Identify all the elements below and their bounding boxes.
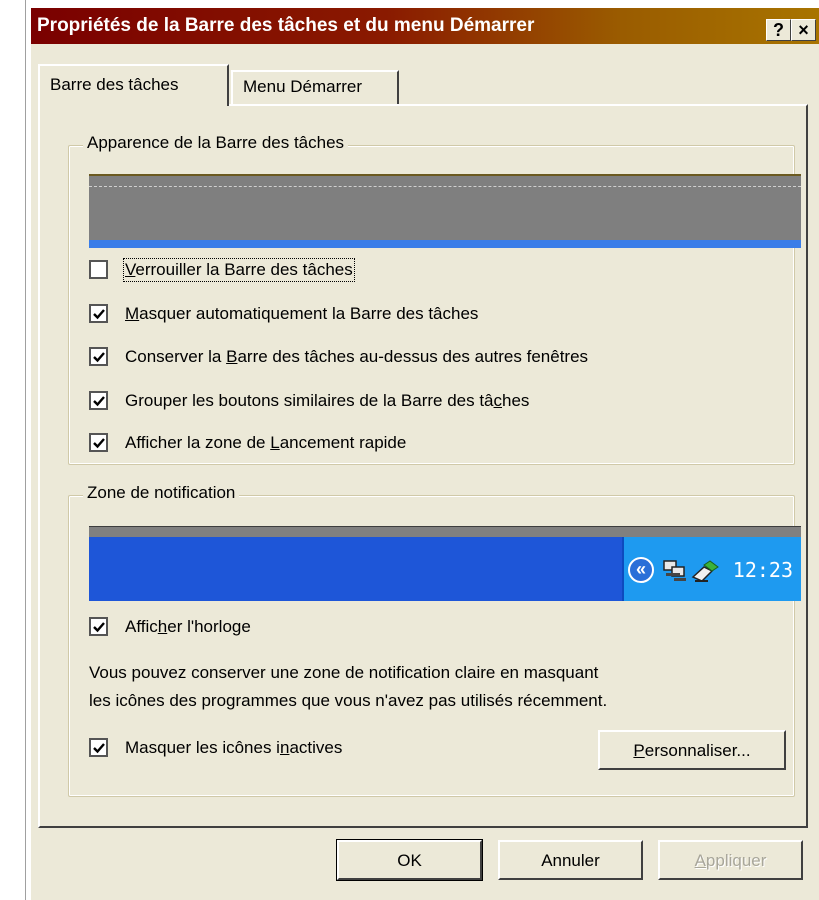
taskbar-properties-dialog: Propriétés de la Barre des tâches et du …	[31, 8, 819, 900]
customize-label: ersonnaliser...	[644, 741, 751, 760]
tray-clock: 12:23	[732, 558, 793, 582]
label-text: er l'horloge	[167, 617, 251, 636]
help-button[interactable]: ?	[766, 19, 791, 41]
cancel-button[interactable]: Annuler	[498, 840, 643, 880]
checkmark-icon	[93, 622, 105, 633]
tab-barre-des-taches[interactable]: Barre des tâches	[38, 64, 229, 106]
label-text: Conserver la	[125, 347, 227, 366]
checkbox-label: Conserver la Barre des tâches au-dessus …	[125, 347, 588, 367]
checkmark-icon	[93, 352, 105, 363]
checkbox-label: Grouper les boutons similaires de la Bar…	[125, 391, 529, 411]
apply-button[interactable]: Appliquer	[658, 840, 803, 880]
description-line-1: Vous pouvez conserver une zone de notifi…	[89, 663, 599, 682]
apply-label: ppliquer	[705, 851, 767, 870]
label-text: Grouper les boutons similaires de la Bar…	[125, 391, 494, 410]
checkbox[interactable]	[89, 433, 108, 452]
system-tray: « 12:23	[622, 537, 801, 601]
label-mnemonic: h	[157, 617, 168, 636]
taskbar-preview	[89, 174, 801, 248]
window-edge	[25, 0, 26, 900]
connection-icon	[691, 560, 719, 582]
customize-button[interactable]: Personnaliser...	[598, 730, 786, 770]
checkmark-icon	[93, 743, 105, 754]
label-mnemonic: L	[270, 433, 280, 452]
preview-separator	[89, 186, 801, 187]
label-text: Afficher la zone de	[125, 433, 271, 452]
checkbox[interactable]	[89, 738, 108, 757]
notification-area-preview: « 12:23	[89, 526, 801, 601]
label-mnemonic: M	[125, 304, 140, 323]
label-text: errouiller la Barre des tâches	[135, 260, 353, 279]
preview-top-strip	[89, 527, 801, 537]
checkmark-icon	[93, 396, 105, 407]
checkbox[interactable]	[89, 617, 108, 636]
notification-group-label: Zone de notification	[83, 483, 240, 503]
network-icon	[663, 560, 686, 581]
label-text: Masquer les icônes i	[125, 738, 280, 757]
label-mnemonic: V	[125, 260, 136, 279]
checkbox[interactable]	[89, 304, 108, 323]
close-button[interactable]: ×	[791, 19, 816, 41]
preview-taskbar-edge	[89, 240, 801, 248]
label-text: actives	[289, 738, 343, 757]
checkbox-label: Masquer les icônes inactives	[125, 738, 342, 758]
checkbox[interactable]	[89, 347, 108, 366]
checkbox[interactable]	[89, 260, 108, 279]
checkmark-icon	[93, 438, 105, 449]
chevron-left-double-icon: «	[628, 557, 654, 583]
label-text: hes	[502, 391, 530, 410]
notification-description: Vous pouvez conserver une zone de notifi…	[89, 659, 789, 715]
checkbox[interactable]	[89, 391, 108, 410]
checkmark-icon	[93, 309, 105, 320]
checkbox-label: Verrouiller la Barre des tâches	[123, 258, 355, 282]
label-text: ancement rapide	[279, 433, 407, 452]
tab-menu-demarrer[interactable]: Menu Démarrer	[231, 70, 399, 104]
checkbox-label: Afficher la zone de Lancement rapide	[125, 433, 406, 453]
description-line-2: les icônes des programmes que vous n'ave…	[89, 691, 608, 710]
label-text: arre des tâches au-dessus des autres fen…	[237, 347, 589, 366]
checkbox-label: Afficher l'horloge	[125, 617, 251, 637]
label-text: asquer automatiquement la Barre des tâch…	[139, 304, 479, 323]
appearance-group-label: Apparence de la Barre des tâches	[83, 133, 349, 153]
ok-button[interactable]: OK	[336, 839, 483, 881]
title-bar[interactable]: Propriétés de la Barre des tâches et du …	[31, 8, 819, 44]
label-mnemonic: B	[226, 347, 238, 366]
checkbox-label: Masquer automatiquement la Barre des tâc…	[125, 304, 478, 324]
tab-label: Barre des tâches	[50, 75, 179, 94]
customize-mnemonic: P	[633, 741, 645, 760]
tab-label: Menu Démarrer	[243, 77, 363, 96]
apply-mnemonic: A	[694, 851, 706, 870]
window-title: Propriétés de la Barre des tâches et du …	[37, 15, 535, 36]
label-mnemonic: c	[493, 391, 503, 410]
label-text: Affic	[125, 617, 158, 636]
